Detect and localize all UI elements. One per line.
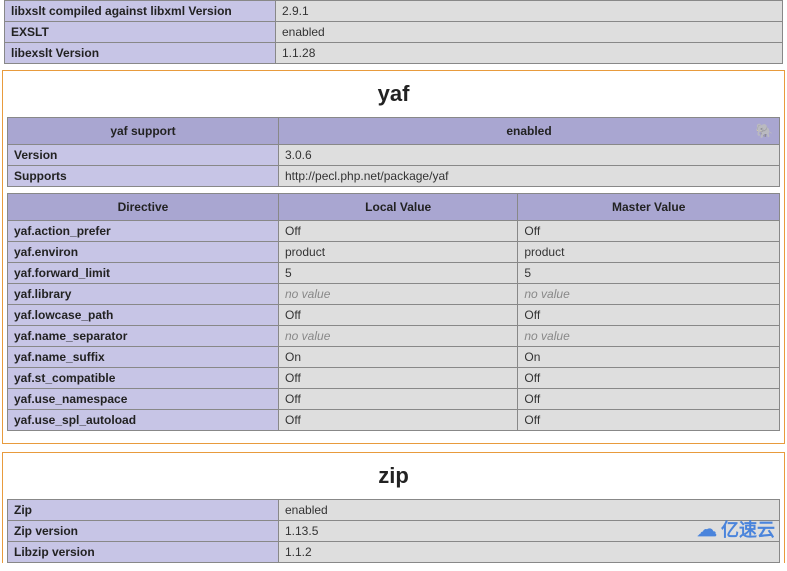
local-value: Off — [279, 305, 518, 326]
yaf-title: yaf — [7, 81, 780, 107]
row-value: 1.1.28 — [276, 43, 783, 64]
row-label: Zip — [8, 500, 279, 521]
directive-name: yaf.environ — [8, 242, 279, 263]
row-label: libexslt Version — [5, 43, 276, 64]
table-row: Zipenabled — [8, 500, 780, 521]
directive-name: yaf.action_prefer — [8, 221, 279, 242]
master-value: Off — [518, 410, 780, 431]
table-row: yaf.lowcase_pathOffOff — [8, 305, 780, 326]
table-row: Zip version1.13.5 — [8, 521, 780, 542]
table-row: Supportshttp://pecl.php.net/package/yaf — [8, 166, 780, 187]
local-value: no value — [279, 284, 518, 305]
local-value: Off — [279, 410, 518, 431]
row-label: Version — [8, 145, 279, 166]
local-value: no value — [279, 326, 518, 347]
zip-title: zip — [7, 463, 780, 489]
master-value: product — [518, 242, 780, 263]
row-value: 3.0.6 — [279, 145, 780, 166]
table-row: yaf.st_compatibleOffOff — [8, 368, 780, 389]
master-value: Off — [518, 305, 780, 326]
row-value: 2.9.1 — [276, 1, 783, 22]
master-value: no value — [518, 326, 780, 347]
row-label: libxslt compiled against libxml Version — [5, 1, 276, 22]
master-value: On — [518, 347, 780, 368]
master-value: Off — [518, 389, 780, 410]
row-value: enabled — [276, 22, 783, 43]
row-value: enabled — [279, 500, 780, 521]
row-label: Supports — [8, 166, 279, 187]
local-value: 5 — [279, 263, 518, 284]
row-value: 1.13.5 — [279, 521, 780, 542]
table-row: EXSLTenabled — [5, 22, 783, 43]
directive-name: yaf.library — [8, 284, 279, 305]
yaf-support-header-right: enabled 🐘 — [279, 118, 780, 145]
table-row: yaf.libraryno valueno value — [8, 284, 780, 305]
master-value: Off — [518, 368, 780, 389]
table-row: yaf.name_suffixOnOn — [8, 347, 780, 368]
master-value-header: Master Value — [518, 194, 780, 221]
master-value: no value — [518, 284, 780, 305]
local-value: Off — [279, 368, 518, 389]
table-row: yaf.action_preferOffOff — [8, 221, 780, 242]
php-logo-icon: 🐘 — [756, 123, 773, 140]
directive-header: Directive — [8, 194, 279, 221]
table-row: Libzip version1.1.2 — [8, 542, 780, 563]
directive-name: yaf.use_namespace — [8, 389, 279, 410]
directive-name: yaf.forward_limit — [8, 263, 279, 284]
yaf-support-header-left: yaf support — [8, 118, 279, 145]
table-row: libxslt compiled against libxml Version2… — [5, 1, 783, 22]
directive-name: yaf.name_suffix — [8, 347, 279, 368]
local-value: product — [279, 242, 518, 263]
directive-name: yaf.st_compatible — [8, 368, 279, 389]
row-label: Libzip version — [8, 542, 279, 563]
top-table: libxslt compiled against libxml Version2… — [4, 0, 783, 64]
yaf-support-table: yaf support enabled 🐘 Version3.0.6Suppor… — [7, 117, 780, 187]
directive-name: yaf.lowcase_path — [8, 305, 279, 326]
table-row: Version3.0.6 — [8, 145, 780, 166]
local-value: On — [279, 347, 518, 368]
master-value: 5 — [518, 263, 780, 284]
row-value: http://pecl.php.net/package/yaf — [279, 166, 780, 187]
master-value: Off — [518, 221, 780, 242]
zip-section: zip ZipenabledZip version1.13.5Libzip ve… — [2, 452, 785, 563]
table-row: yaf.use_spl_autoloadOffOff — [8, 410, 780, 431]
table-row: yaf.use_namespaceOffOff — [8, 389, 780, 410]
local-value-header: Local Value — [279, 194, 518, 221]
local-value: Off — [279, 221, 518, 242]
yaf-support-header-right-text: enabled — [506, 124, 551, 138]
directive-name: yaf.use_spl_autoload — [8, 410, 279, 431]
table-row: libexslt Version1.1.28 — [5, 43, 783, 64]
zip-table: ZipenabledZip version1.13.5Libzip versio… — [7, 499, 780, 563]
directive-name: yaf.name_separator — [8, 326, 279, 347]
table-row: yaf.environproductproduct — [8, 242, 780, 263]
libxml-fragment: libxslt compiled against libxml Version2… — [2, 0, 785, 64]
row-value: 1.1.2 — [279, 542, 780, 563]
yaf-directives-table: Directive Local Value Master Value yaf.a… — [7, 193, 780, 431]
row-label: Zip version — [8, 521, 279, 542]
table-row: yaf.name_separatorno valueno value — [8, 326, 780, 347]
table-row: yaf.forward_limit55 — [8, 263, 780, 284]
yaf-section: yaf yaf support enabled 🐘 Version3.0.6Su… — [2, 70, 785, 444]
row-label: EXSLT — [5, 22, 276, 43]
local-value: Off — [279, 389, 518, 410]
